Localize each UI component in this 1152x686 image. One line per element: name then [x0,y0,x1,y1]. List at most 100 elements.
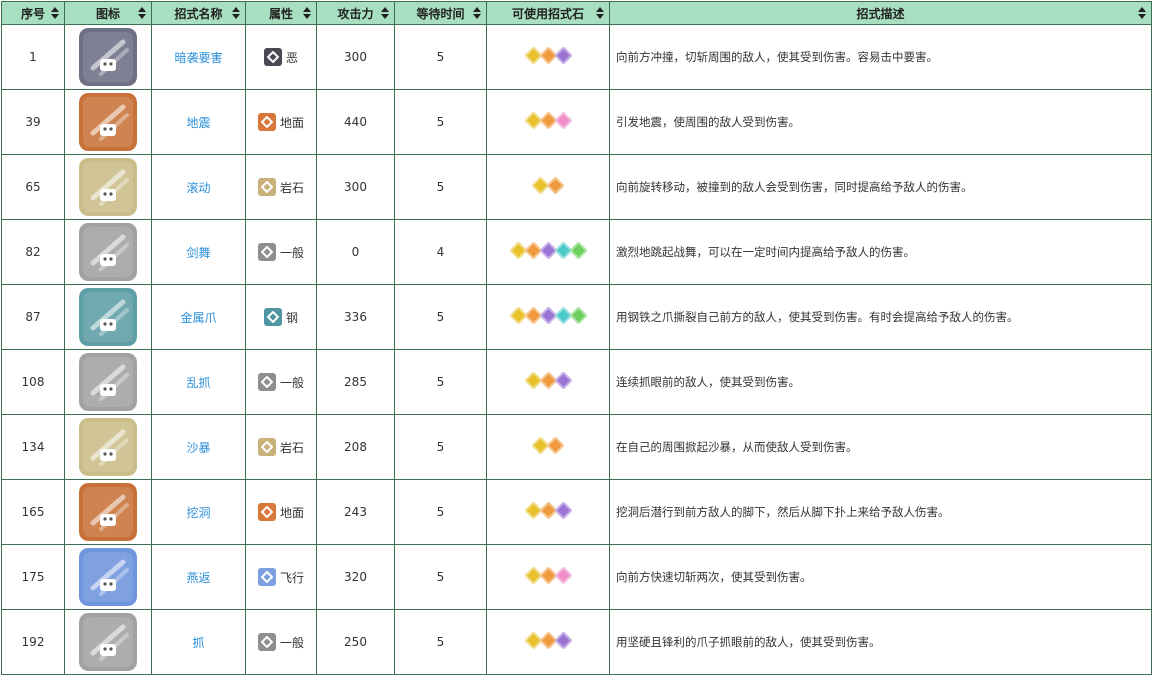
number-cell: 175 [1,544,65,610]
description-cell: 向前方快速切斩两次，使其受到伤害。 [609,544,1152,610]
attack-value: 285 [344,375,367,389]
col-header-number[interactable]: 序号 [1,1,65,25]
type-cell: 恶 [245,24,317,90]
move-icon [79,418,137,476]
type-label: 地面 [279,505,304,520]
move-number: 175 [21,570,45,584]
col-header-attack[interactable]: 攻击力 [316,1,395,25]
move-icon [79,28,137,86]
move-number: 108 [21,375,45,389]
move-name-link[interactable]: 挖洞 [186,506,210,520]
move-number: 1 [29,50,37,64]
move-description: 用钢铁之爪撕裂自己前方的敌人，使其受到伤害。有时会提高给予敌人的伤害。 [616,310,1019,324]
sort-icon[interactable] [473,7,481,19]
move-description: 用坚硬且锋利的爪子抓眼前的敌人，使其受到伤害。 [616,635,881,649]
wait-value: 5 [436,115,445,129]
move-stones [523,501,573,520]
type-label: 飞行 [279,570,304,585]
move-name-link[interactable]: 暗袭要害 [174,51,222,65]
type-icon [257,113,276,131]
col-header-icon[interactable]: 图标 [64,1,152,25]
type-icon [257,503,276,521]
wait-value: 5 [436,440,445,454]
description-cell: 在自己的周围掀起沙暴，从而使敌人受到伤害。 [609,414,1152,480]
move-icon [79,483,137,541]
description-cell: 向前旋转移动，被撞到的敌人会受到伤害，同时提高给予敌人的伤害。 [609,154,1152,220]
stones-cell [486,414,610,480]
wait-value: 5 [436,375,445,389]
move-stones [523,46,573,65]
move-name-link[interactable]: 抓 [192,636,204,650]
move-description: 向前旋转移动，被撞到的敌人会受到伤害，同时提高给予敌人的伤害。 [616,180,973,194]
type-icon [257,568,276,586]
move-name-link[interactable]: 地震 [186,116,210,130]
wait-cell: 5 [394,154,487,220]
type-label: 一般 [279,245,304,260]
header-row: 序号 图标 招式名称 属性 攻击力 等待时间 可使用招式石 招式描述 [1,1,1152,25]
move-icon [79,158,137,216]
col-header-move-name[interactable]: 招式名称 [151,1,246,25]
type-label: 恶 [285,50,298,65]
move-stone-purple-icon [553,46,573,65]
move-name-link[interactable]: 燕返 [186,571,210,585]
move-name-link[interactable]: 剑舞 [186,246,210,260]
attack-cell: 285 [316,349,395,415]
attack-cell: 320 [316,544,395,610]
sort-icon[interactable] [596,7,604,19]
move-name-cell: 燕返 [151,544,246,610]
move-name-cell: 滚动 [151,154,246,220]
sort-icon[interactable] [138,7,146,19]
move-stone-green-icon [568,306,588,325]
attack-value: 300 [344,50,367,64]
move-name-link[interactable]: 乱抓 [186,376,210,390]
attack-cell: 300 [316,154,395,220]
number-cell: 39 [1,89,65,155]
type-label: 地面 [279,115,304,130]
wait-cell: 4 [394,219,487,285]
table-row: 87 金属爪 钢 336 5 用钢铁之爪撕裂自己前方的敌人，使其受到伤害。有时会… [1,284,1152,350]
sort-icon[interactable] [381,7,389,19]
move-number: 165 [21,505,45,519]
wait-cell: 5 [394,544,487,610]
sort-icon[interactable] [1138,7,1146,19]
attack-value: 320 [344,570,367,584]
type-cell: 一般 [245,219,317,285]
stones-cell [486,284,610,350]
move-icon [79,288,137,346]
move-name-link[interactable]: 沙暴 [186,441,210,455]
attack-cell: 440 [316,89,395,155]
move-icon [79,353,137,411]
move-stones [508,241,588,260]
wait-value: 5 [436,310,445,324]
move-stones [531,436,565,455]
stones-cell [486,89,610,155]
icon-cell [64,609,152,675]
type-label: 一般 [279,375,304,390]
attack-value: 243 [344,505,367,519]
col-header-move-stones[interactable]: 可使用招式石 [486,1,610,25]
move-name-link[interactable]: 滚动 [186,181,210,195]
table-row: 65 滚动 岩石 300 5 向前旋转移动，被撞到的敌人会受到伤害，同时提高给予… [1,154,1152,220]
type-cell: 飞行 [245,544,317,610]
type-label: 一般 [279,635,304,650]
move-icon [79,93,137,151]
col-header-wait-time[interactable]: 等待时间 [394,1,487,25]
icon-cell [64,154,152,220]
move-name-cell: 暗袭要害 [151,24,246,90]
col-header-type[interactable]: 属性 [245,1,317,25]
move-name-cell: 沙暴 [151,414,246,480]
icon-cell [64,219,152,285]
move-description: 连续抓眼前的敌人，使其受到伤害。 [616,375,800,389]
move-name-link[interactable]: 金属爪 [180,311,216,325]
col-header-description[interactable]: 招式描述 [609,1,1152,25]
sort-icon[interactable] [303,7,311,19]
move-name-cell: 剑舞 [151,219,246,285]
sort-icon[interactable] [232,7,240,19]
move-number: 192 [21,635,45,649]
sort-icon[interactable] [51,7,59,19]
move-number: 134 [21,440,45,454]
stones-cell [486,609,610,675]
type-cell: 岩石 [245,414,317,480]
stones-cell [486,219,610,285]
move-icon [79,613,137,671]
